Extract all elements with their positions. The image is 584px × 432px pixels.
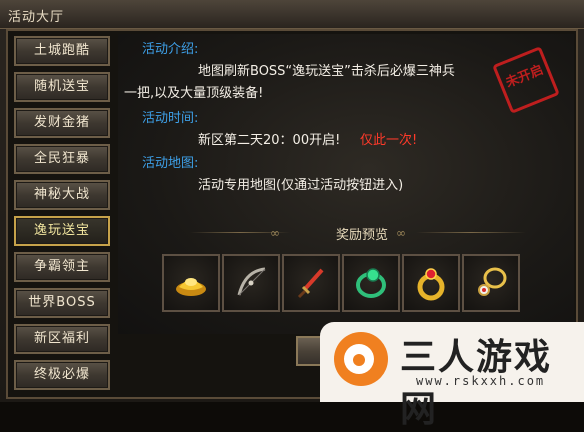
gold-ring-icon [417,268,445,301]
sidebar-item-mystery-battle[interactable]: 神秘大战 [14,180,110,210]
gold-ingot-icon [176,278,206,296]
necklace-icon [478,267,507,296]
sidebar-item-lord-contest[interactable]: 争霸领主 [14,252,110,282]
sidebar-item-frenzy[interactable]: 全民狂暴 [14,144,110,174]
activity-sidebar: 土城跑酷 随机送宝 发财金猪 全民狂暴 神秘大战 逸玩送宝 争霸领主 世界BOS… [14,36,112,396]
reward-preview-title: 奖励预览 [335,228,388,243]
sidebar-item-ultimate-drop[interactable]: 终极必爆 [14,360,110,390]
window-title: 活动大厅 [8,10,65,25]
event-time-note: 仅此一次! [360,133,418,148]
event-intro-line2: 一把,以及大量顶级装备! [124,86,264,101]
bow-icon [237,267,266,296]
sidebar-item-tucheng-parkour[interactable]: 土城跑酷 [14,36,110,66]
watermark-site-url: www.rskxxh.com [416,374,546,388]
event-intro-line1: 地图刷新BOSS“逸玩送宝”击杀后必爆三神兵 [198,64,455,79]
reward-slot-gold-ring[interactable] [402,254,460,312]
event-time-label: 活动时间: [142,111,199,126]
sword-icon [297,268,324,299]
activity-hall-window: 活动大厅 土城跑酷 随机送宝 发财金猪 全民狂暴 神秘大战 逸玩送宝 争霸领主 … [0,0,584,430]
event-map-label: 活动地图: [142,156,199,171]
reward-slot-sword[interactable] [282,254,340,312]
sidebar-item-world-boss[interactable]: 世界BOSS [14,288,110,318]
reward-slot-necklace[interactable] [462,254,520,312]
reward-slot-green-ring[interactable] [342,254,400,312]
reward-divider-right [416,232,526,233]
reward-slot-gold-ingot[interactable] [162,254,220,312]
sidebar-item-new-server-welfare[interactable]: 新区福利 [14,324,110,354]
green-ring-icon [356,268,386,298]
watermark-logo-icon [334,332,388,386]
sidebar-item-fortune-pig[interactable]: 发财金猪 [14,108,110,138]
site-watermark: 三人游戏网 www.rskxxh.com [320,322,584,430]
event-map-text: 活动专用地图(仅通过活动按钮进入) [198,178,404,193]
title-bar[interactable]: 活动大厅 [0,0,584,29]
event-intro-label: 活动介绍: [142,42,199,57]
sidebar-item-yiwan-treasure[interactable]: 逸玩送宝 [14,216,110,246]
event-time-text: 新区第二天20：00开启! [198,133,341,148]
reward-slot-bow[interactable] [222,254,280,312]
sidebar-item-random-treasure[interactable]: 随机送宝 [14,72,110,102]
knot-ornament-icon: ∞ [396,226,406,240]
